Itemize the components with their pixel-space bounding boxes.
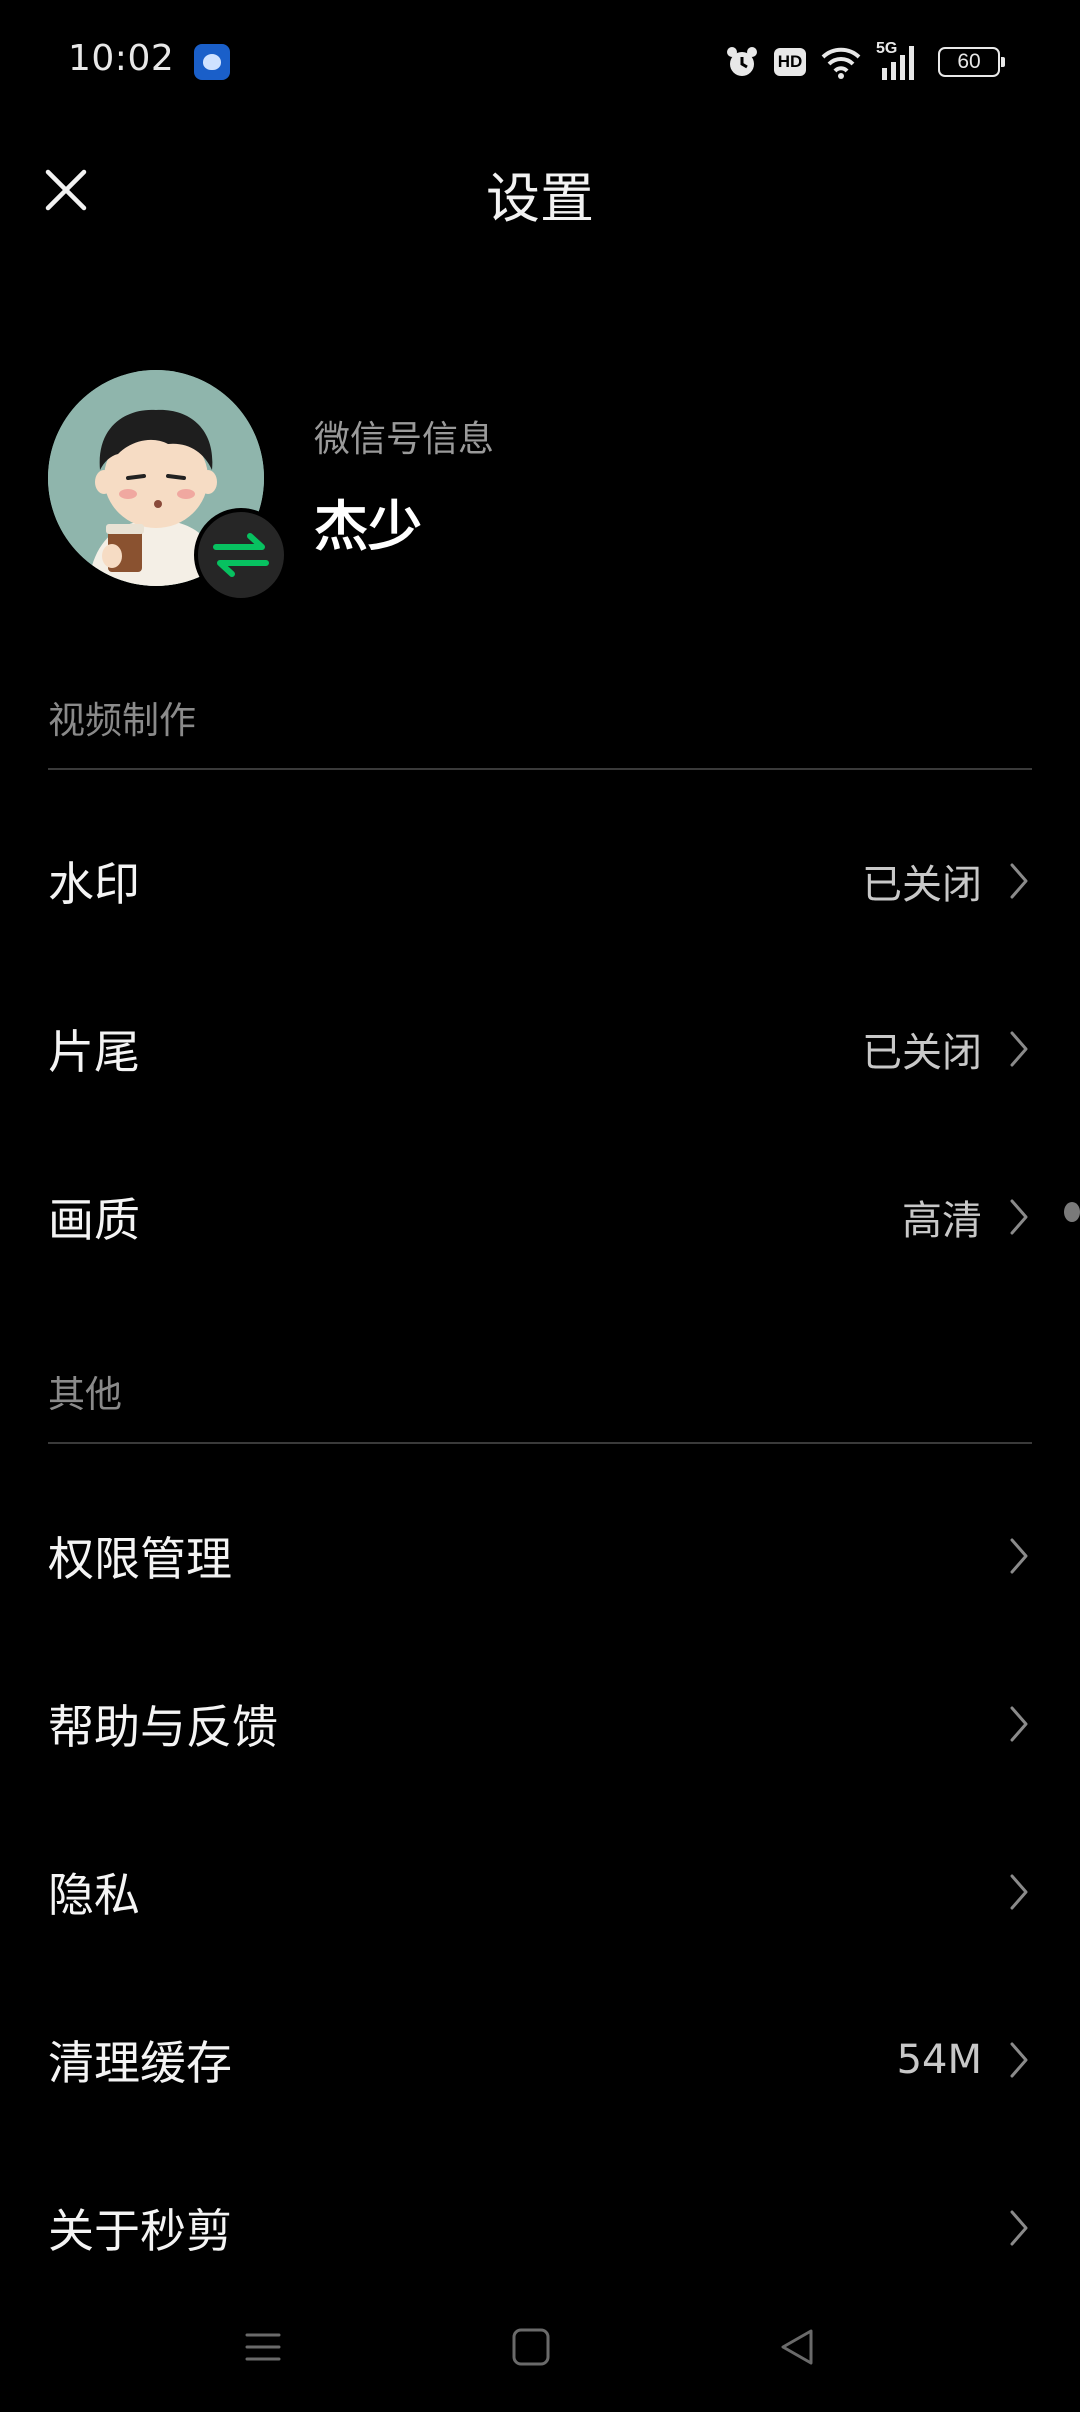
section-header-video: 视频制作 <box>48 699 196 742</box>
alarm-icon <box>727 47 757 76</box>
status-icons: HD 5G 60 <box>724 40 1005 84</box>
chevron-right-icon <box>1010 1874 1028 1910</box>
chevron-right-icon <box>1010 1538 1028 1574</box>
divider <box>48 1442 1032 1444</box>
system-nav-bar <box>0 2290 1080 2400</box>
row-label: 关于秒剪 <box>48 2204 232 2258</box>
settings-row-help-feedback[interactable]: 帮助与反馈 <box>0 1640 1080 1808</box>
switch-account-button[interactable] <box>194 508 288 602</box>
chevron-right-icon <box>1010 1031 1028 1067</box>
profile-subtitle: 微信号信息 <box>314 419 495 460</box>
battery-indicator: 60 <box>938 47 1005 77</box>
chevron-right-icon <box>1010 863 1028 899</box>
divider <box>48 768 1032 770</box>
row-label: 权限管理 <box>48 1532 232 1586</box>
triangle-back-icon <box>781 2329 813 2365</box>
row-label: 清理缓存 <box>48 2036 232 2090</box>
cellular-signal: 5G <box>876 40 924 82</box>
page-title: 设置 <box>486 167 594 230</box>
row-value: 高清 <box>902 1198 982 1244</box>
section-header-other: 其他 <box>48 1373 122 1416</box>
row-value: 54M <box>896 2037 982 2083</box>
profile-name: 杰少 <box>314 495 422 558</box>
row-value: 已关闭 <box>862 862 982 908</box>
hd-badge: HD <box>774 48 806 76</box>
settings-row-about[interactable]: 关于秒剪 <box>0 2144 1080 2312</box>
settings-row-permissions[interactable]: 权限管理 <box>0 1472 1080 1640</box>
chevron-right-icon <box>1010 1199 1028 1235</box>
nav-menu-button[interactable] <box>228 2312 298 2382</box>
settings-row-privacy[interactable]: 隐私 <box>0 1808 1080 1976</box>
chevron-right-icon <box>1010 1706 1028 1742</box>
row-value: 已关闭 <box>862 1030 982 1076</box>
status-bar: 10:02 HD 5G 60 <box>0 0 1080 124</box>
row-label: 片尾 <box>48 1025 140 1079</box>
row-label: 隐私 <box>48 1868 140 1922</box>
wifi-icon <box>821 47 861 79</box>
switch-arrows-icon <box>213 533 269 577</box>
row-label: 水印 <box>48 857 140 911</box>
profile-card[interactable]: 微信号信息 杰少 <box>48 370 1048 602</box>
row-label: 帮助与反馈 <box>48 1700 278 1754</box>
square-home-icon <box>512 2328 550 2366</box>
nav-back-button[interactable] <box>762 2312 832 2382</box>
nav-home-button[interactable] <box>496 2312 566 2382</box>
menu-icon <box>245 2333 281 2361</box>
chevron-right-icon <box>1010 2210 1028 2246</box>
header: 设置 <box>0 124 1080 254</box>
settings-row-clear-cache[interactable]: 清理缓存 54M <box>0 1976 1080 2144</box>
app-notification-icon <box>194 44 230 80</box>
scroll-indicator <box>1064 1202 1080 1222</box>
signal-bars-icon <box>882 46 914 80</box>
status-time: 10:02 <box>68 38 175 79</box>
settings-row-quality[interactable]: 画质 高清 <box>0 1133 1080 1301</box>
chevron-right-icon <box>1010 2042 1028 2078</box>
row-label: 画质 <box>48 1193 140 1247</box>
settings-row-ending[interactable]: 片尾 已关闭 <box>0 965 1080 1133</box>
settings-row-watermark[interactable]: 水印 已关闭 <box>0 797 1080 965</box>
